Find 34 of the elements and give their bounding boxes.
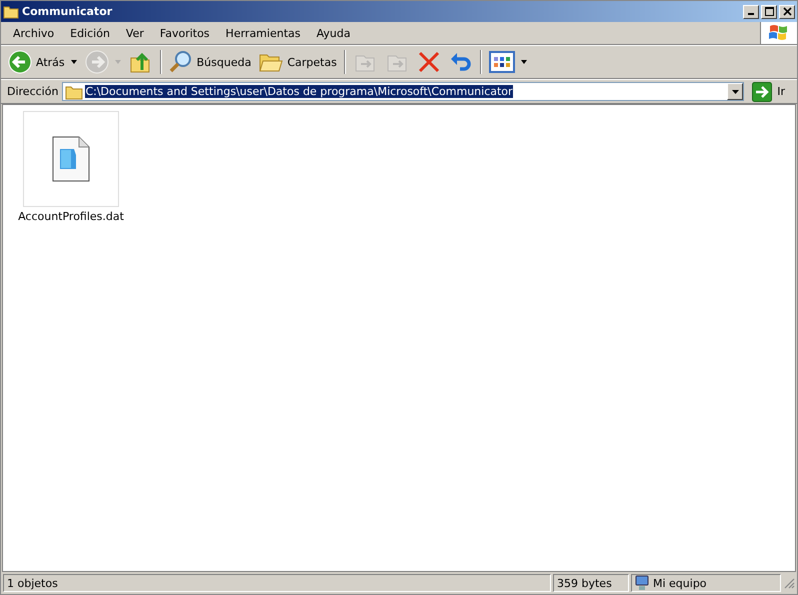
minimize-button[interactable]	[743, 4, 759, 18]
close-icon	[782, 7, 792, 16]
go-button[interactable]: Ir	[748, 82, 797, 102]
computer-icon	[635, 575, 649, 591]
menu-item[interactable]: Edición	[62, 26, 118, 40]
close-button[interactable]	[779, 4, 795, 18]
dropdown-button[interactable]	[727, 83, 744, 100]
menu-item[interactable]: Favoritos	[152, 26, 218, 40]
caret-icon	[520, 60, 527, 64]
search-icon	[168, 50, 193, 74]
caret-icon	[70, 60, 77, 64]
menu-item[interactable]: Archivo	[5, 26, 62, 40]
menu-item[interactable]: Ayuda	[308, 26, 358, 40]
status-text: 359 bytes	[553, 574, 629, 592]
address-field[interactable]: C:\Documents and Settings\user\Datos de programa\Microsoft\Communicator	[62, 82, 744, 101]
folder-icon	[3, 4, 19, 18]
views-icon	[488, 50, 515, 74]
caret-icon	[114, 60, 121, 64]
document-icon	[51, 135, 91, 183]
menu-item[interactable]: Ver	[118, 26, 152, 40]
status-text: Mi equipo	[653, 576, 707, 590]
address-label: Dirección	[7, 85, 58, 98]
folder-icon	[65, 84, 84, 100]
status-text: 1 objetos	[3, 574, 551, 592]
folders-button[interactable]: Carpetas	[256, 49, 340, 75]
resize-grip-icon	[783, 577, 795, 589]
delete-icon	[416, 50, 441, 74]
search-button[interactable]: Búsqueda	[166, 49, 254, 75]
back-button[interactable]: Atrás	[5, 49, 80, 75]
caret-icon	[732, 90, 739, 94]
maximize-icon	[764, 7, 774, 16]
maximize-button[interactable]	[761, 4, 777, 18]
window-title: Communicator	[22, 5, 114, 18]
menu-item[interactable]: Herramientas	[218, 26, 308, 40]
